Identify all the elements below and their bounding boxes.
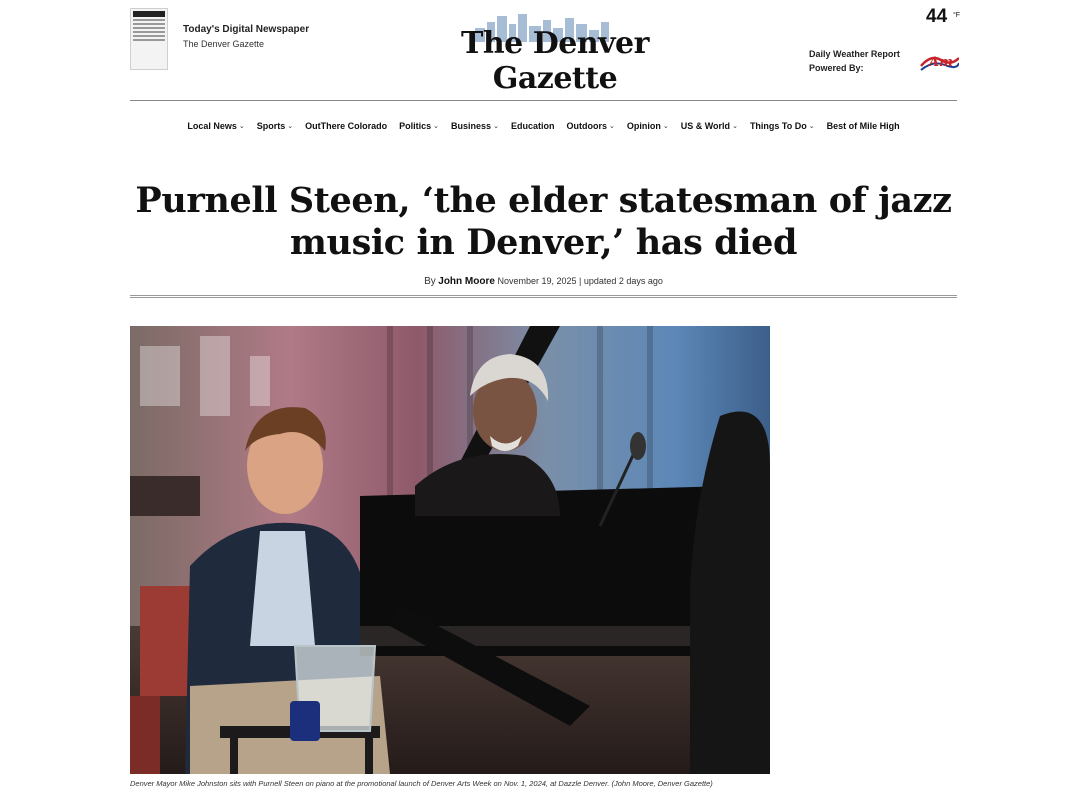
article-byline: By John Moore November 19, 2025 | update…: [130, 276, 957, 287]
photo-caption: Denver Mayor Mike Johnston sits with Pur…: [130, 779, 713, 788]
article-headline: Purnell Steen, ‘the elder statesman of j…: [135, 180, 952, 263]
nav-item-things-to-do[interactable]: Things To Do ⌄: [750, 118, 815, 134]
main-navigation: Local News ⌄ Sports ⌄ OutThere Colorado Polit…: [130, 118, 957, 134]
chevron-down-icon: ⌄: [662, 123, 669, 130]
nav-item-label: Local News: [187, 121, 237, 131]
nav-item-label: US & World: [680, 121, 731, 131]
nav-item-label: Education: [510, 121, 555, 131]
author-link[interactable]: John Moore: [438, 276, 495, 287]
epaper-thumbnail[interactable]: [130, 8, 168, 70]
epaper-subtitle[interactable]: The Denver Gazette: [183, 39, 264, 49]
chevron-down-icon: ⌄: [608, 123, 615, 130]
epaper-title[interactable]: Today's Digital Newspaper: [183, 24, 309, 35]
sponsor-logo-icon[interactable]: Am: [919, 52, 959, 74]
site-logo[interactable]: The Denver Gazette: [405, 12, 705, 96]
temperature-unit: °F: [953, 12, 961, 19]
nav-item-label: Best of Mile High: [826, 121, 900, 131]
nav-item-label: Sports: [256, 121, 286, 131]
article-photo[interactable]: [130, 326, 770, 774]
temperature-value[interactable]: 44: [926, 6, 947, 28]
article-date: November 19, 2025 | updated 2 days ago: [497, 276, 663, 286]
byline-divider: [130, 295, 957, 298]
nav-item-us-world[interactable]: US & World ⌄: [681, 118, 738, 134]
site-header: Today's Digital Newspaper The Denver Gaz…: [0, 0, 1080, 102]
chevron-down-icon: ⌄: [433, 123, 440, 130]
nav-item-sports[interactable]: Sports ⌄: [257, 118, 293, 134]
logo-text: The Denver Gazette: [461, 26, 649, 96]
nav-item-best-of-mile-high[interactable]: Best of Mile High: [827, 118, 900, 134]
weather-powered-by: Powered By:: [809, 63, 864, 73]
chevron-down-icon: ⌄: [238, 123, 245, 130]
chevron-down-icon: ⌄: [493, 123, 499, 130]
nav-item-politics[interactable]: Politics ⌄: [399, 118, 439, 134]
nav-item-label: Business: [451, 121, 492, 131]
byline-prefix: By: [424, 276, 436, 287]
nav-item-opinion[interactable]: Opinion ⌄: [627, 118, 669, 134]
chevron-down-icon: ⌄: [287, 123, 294, 130]
nav-item-label: Outdoors: [566, 121, 607, 131]
nav-item-education[interactable]: Education: [511, 118, 555, 134]
photo-illustration: [130, 326, 770, 774]
nav-item-label: OutThere Colorado: [305, 121, 388, 131]
chevron-down-icon: ⌄: [732, 123, 738, 130]
header-divider: [130, 100, 957, 101]
nav-item-label: Things To Do: [749, 121, 807, 131]
nav-item-outthere-colorado[interactable]: OutThere Colorado: [305, 118, 387, 134]
svg-text:Am: Am: [927, 55, 953, 70]
nav-item-label: Politics: [399, 121, 432, 131]
nav-item-outdoors[interactable]: Outdoors ⌄: [566, 118, 614, 134]
weather-report-title[interactable]: Daily Weather Report: [809, 49, 900, 59]
nav-item-label: Opinion: [626, 121, 661, 131]
chevron-down-icon: ⌄: [808, 123, 815, 130]
nav-item-business[interactable]: Business ⌄: [451, 118, 499, 134]
nav-item-local-news[interactable]: Local News ⌄: [187, 118, 244, 134]
